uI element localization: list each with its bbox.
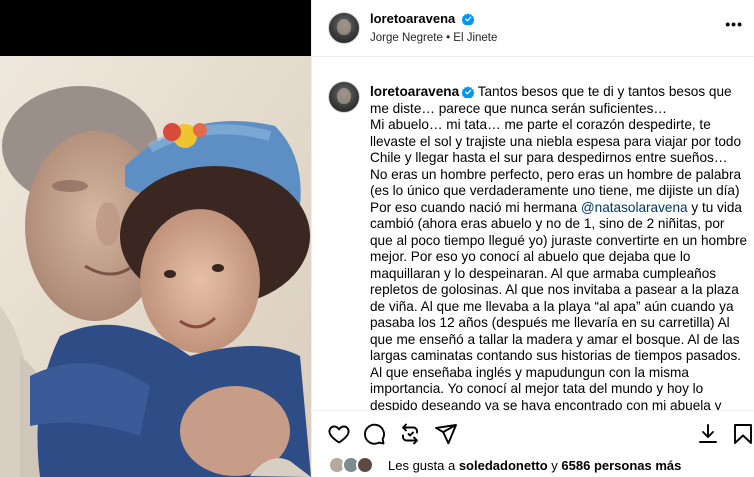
liker-username[interactable]: soledadonetto — [459, 458, 548, 473]
action-bar — [312, 410, 754, 452]
likes-text: Les gusta a soledadonetto y 6586 persona… — [388, 458, 681, 473]
verified-badge-icon — [461, 13, 474, 25]
verified-badge-icon — [462, 86, 475, 98]
caption-username[interactable]: loretoaravena — [370, 84, 459, 99]
likes-prefix: Les gusta a — [388, 458, 459, 473]
comment-icon[interactable] — [362, 422, 386, 446]
post-photo — [0, 56, 311, 477]
caption-paragraph-2: Mi abuelo… mi tata… me parte el corazón … — [370, 117, 742, 165]
likes-middle: y — [547, 458, 562, 473]
caption-first-paragraph: loretoaravena Tantos besos que te di y t… — [370, 84, 750, 117]
post-media[interactable] — [0, 0, 311, 477]
caption-p3-after: y tu vida cambió (ahora eras abuelo y no… — [370, 199, 748, 411]
download-icon[interactable] — [696, 422, 720, 446]
post-side-panel: loretoaravena Jorge Negrete • El Jinete … — [311, 0, 754, 477]
likes-count[interactable]: 6586 personas más — [561, 458, 681, 473]
caption-paragraph-3: No eras un hombre perfecto, pero eras un… — [370, 167, 750, 411]
author-avatar[interactable] — [328, 12, 360, 44]
heart-icon[interactable] — [327, 422, 351, 446]
more-options-icon[interactable]: ••• — [725, 16, 743, 32]
bookmark-icon[interactable] — [731, 422, 754, 446]
repost-icon[interactable] — [398, 422, 422, 446]
audio-track[interactable]: Jorge Negrete • El Jinete — [370, 32, 497, 44]
mention-link[interactable]: @natasolaravena — [581, 200, 688, 215]
caption-avatar[interactable] — [328, 81, 360, 113]
caption-section: loretoaravena Tantos besos que te di y t… — [312, 57, 754, 410]
author-username[interactable]: loretoaravena — [370, 11, 474, 26]
caption-text: loretoaravena Tantos besos que te di y t… — [370, 84, 750, 410]
liker-avatar — [356, 456, 374, 474]
share-icon[interactable] — [434, 422, 458, 446]
author-username-text[interactable]: loretoaravena — [370, 11, 455, 26]
post-header: loretoaravena Jorge Negrete • El Jinete … — [312, 0, 754, 57]
